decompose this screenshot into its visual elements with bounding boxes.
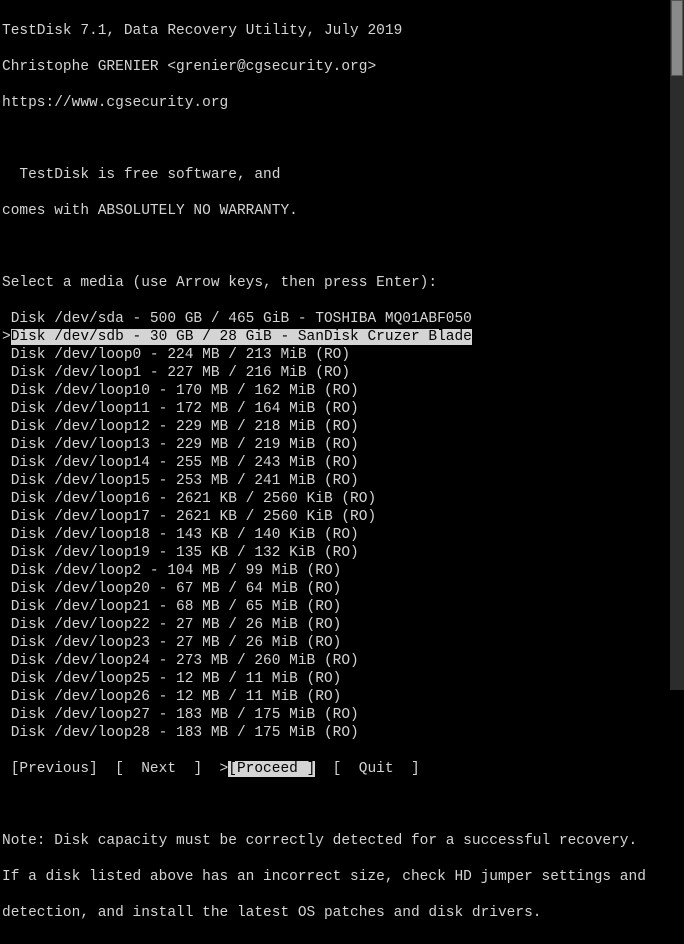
disk-item[interactable]: Disk /dev/loop24 - 273 MB / 260 MiB (RO) xyxy=(2,652,684,670)
disk-list[interactable]: Disk /dev/sda - 500 GB / 465 GiB - TOSHI… xyxy=(2,310,684,742)
menu-proceed[interactable]: [Proceed ] xyxy=(228,761,315,777)
disk-item[interactable]: Disk /dev/loop20 - 67 MB / 64 MiB (RO) xyxy=(2,580,684,598)
app-title: TestDisk 7.1, Data Recovery Utility, Jul… xyxy=(2,22,684,40)
footer-note-1: Note: Disk capacity must be correctly de… xyxy=(2,832,684,850)
scrollbar-thumb[interactable] xyxy=(671,0,683,76)
disk-item[interactable]: Disk /dev/loop22 - 27 MB / 26 MiB (RO) xyxy=(2,616,684,634)
menu-quit[interactable]: [ Quit ] xyxy=(333,761,420,777)
disk-item[interactable]: Disk /dev/loop16 - 2621 KB / 2560 KiB (R… xyxy=(2,490,684,508)
disk-item[interactable]: Disk /dev/loop28 - 183 MB / 175 MiB (RO) xyxy=(2,724,684,742)
disk-item[interactable]: Disk /dev/loop11 - 172 MB / 164 MiB (RO) xyxy=(2,400,684,418)
disk-item[interactable]: Disk /dev/loop14 - 255 MB / 243 MiB (RO) xyxy=(2,454,684,472)
disk-item[interactable]: Disk /dev/sda - 500 GB / 465 GiB - TOSHI… xyxy=(2,310,684,328)
scrollbar-track[interactable] xyxy=(670,0,684,690)
disk-item[interactable]: Disk /dev/loop17 - 2621 KB / 2560 KiB (R… xyxy=(2,508,684,526)
url-line: https://www.cgsecurity.org xyxy=(2,94,684,112)
disk-item[interactable]: Disk /dev/loop0 - 224 MB / 213 MiB (RO) xyxy=(2,346,684,364)
disk-item-selected[interactable]: Disk /dev/sdb - 30 GB / 28 GiB - SanDisk… xyxy=(11,329,472,345)
footer-note-2: If a disk listed above has an incorrect … xyxy=(2,868,684,886)
disk-item[interactable]: Disk /dev/loop12 - 229 MB / 218 MiB (RO) xyxy=(2,418,684,436)
disk-item[interactable]: Disk /dev/loop21 - 68 MB / 65 MiB (RO) xyxy=(2,598,684,616)
selection-caret: > xyxy=(2,329,11,345)
blank-line xyxy=(2,238,684,256)
terminal-window: TestDisk 7.1, Data Recovery Utility, Jul… xyxy=(0,0,684,944)
select-prompt: Select a media (use Arrow keys, then pre… xyxy=(2,274,684,292)
footer-note-3: detection, and install the latest OS pat… xyxy=(2,904,684,922)
disk-item[interactable]: Disk /dev/loop15 - 253 MB / 241 MiB (RO) xyxy=(2,472,684,490)
menu-row: [Previous] [ Next ] >[Proceed ] [ Quit ] xyxy=(2,760,684,778)
disk-item[interactable]: Disk /dev/loop23 - 27 MB / 26 MiB (RO) xyxy=(2,634,684,652)
disk-item[interactable]: Disk /dev/loop2 - 104 MB / 99 MiB (RO) xyxy=(2,562,684,580)
disk-item[interactable]: Disk /dev/loop18 - 143 KB / 140 KiB (RO) xyxy=(2,526,684,544)
blank-line xyxy=(2,796,684,814)
disk-item[interactable]: Disk /dev/loop1 - 227 MB / 216 MiB (RO) xyxy=(2,364,684,382)
notice-line-1: TestDisk is free software, and xyxy=(2,166,684,184)
notice-line-2: comes with ABSOLUTELY NO WARRANTY. xyxy=(2,202,684,220)
disk-item[interactable]: Disk /dev/loop25 - 12 MB / 11 MiB (RO) xyxy=(2,670,684,688)
blank-line xyxy=(2,130,684,148)
menu-proceed-prefix: > xyxy=(220,761,229,777)
disk-item[interactable]: Disk /dev/loop26 - 12 MB / 11 MiB (RO) xyxy=(2,688,684,706)
disk-item[interactable]: Disk /dev/loop13 - 229 MB / 219 MiB (RO) xyxy=(2,436,684,454)
disk-item[interactable]: Disk /dev/loop19 - 135 KB / 132 KiB (RO) xyxy=(2,544,684,562)
menu-previous[interactable]: [Previous] xyxy=(11,761,98,777)
disk-item[interactable]: >Disk /dev/sdb - 30 GB / 28 GiB - SanDis… xyxy=(2,328,684,346)
menu-next[interactable]: [ Next ] xyxy=(115,761,202,777)
disk-item[interactable]: Disk /dev/loop27 - 183 MB / 175 MiB (RO) xyxy=(2,706,684,724)
author-line: Christophe GRENIER <grenier@cgsecurity.o… xyxy=(2,58,684,76)
disk-item[interactable]: Disk /dev/loop10 - 170 MB / 162 MiB (RO) xyxy=(2,382,684,400)
